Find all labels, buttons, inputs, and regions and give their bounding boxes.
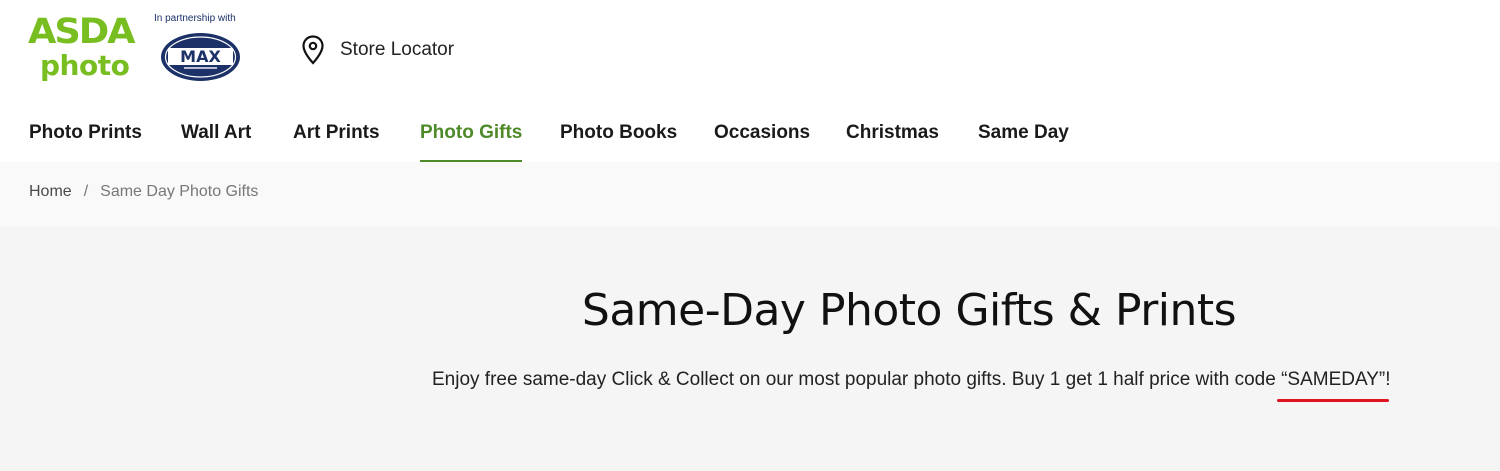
logo-brand-text: ASDA bbox=[28, 12, 136, 52]
breadcrumb-bar: Home / Same Day Photo Gifts bbox=[0, 162, 1500, 227]
hero-description-suffix: ! bbox=[1385, 369, 1391, 390]
hero-description: Enjoy free same-day Click & Collect on o… bbox=[432, 369, 1391, 402]
nav-item-photo-prints[interactable]: Photo Prints bbox=[29, 112, 142, 162]
max-logo-text: MAX bbox=[180, 47, 221, 66]
breadcrumb-separator: / bbox=[83, 183, 89, 200]
nav-item-christmas[interactable]: Christmas bbox=[846, 112, 939, 162]
partner-text: In partnership with bbox=[154, 13, 236, 24]
breadcrumb-current: Same Day Photo Gifts bbox=[100, 183, 259, 200]
hero-banner: Same-Day Photo Gifts & Prints Enjoy free… bbox=[0, 227, 1500, 471]
nav-item-art-prints[interactable]: Art Prints bbox=[293, 112, 380, 162]
max-partner-logo: MAX bbox=[160, 32, 241, 82]
promo-code: “SAMEDAY” bbox=[1277, 369, 1390, 402]
page-title: Same-Day Photo Gifts & Prints bbox=[581, 285, 1237, 336]
promo-code-underline-annotation bbox=[1277, 399, 1390, 402]
nav-item-photo-gifts[interactable]: Photo Gifts bbox=[420, 112, 523, 162]
main-nav: Photo Prints Wall Art Art Prints Photo G… bbox=[0, 112, 1500, 162]
asda-photo-logo[interactable]: ASDA photo bbox=[28, 14, 142, 84]
nav-item-photo-books[interactable]: Photo Books bbox=[560, 112, 677, 162]
site-header: ASDA photo In partnership with MAX Store… bbox=[0, 0, 1500, 162]
breadcrumb-home-link[interactable]: Home bbox=[29, 183, 72, 201]
store-locator-label: Store Locator bbox=[340, 39, 455, 60]
nav-item-wall-art[interactable]: Wall Art bbox=[181, 112, 251, 162]
hero-description-text: Enjoy free same-day Click & Collect on o… bbox=[432, 369, 1282, 390]
promo-code-text: “SAMEDAY” bbox=[1281, 369, 1386, 390]
nav-item-same-day[interactable]: Same Day bbox=[978, 112, 1069, 162]
breadcrumb: Home / Same Day Photo Gifts bbox=[29, 183, 258, 201]
nav-item-occasions[interactable]: Occasions bbox=[714, 112, 810, 162]
logo-sub-text: photo bbox=[40, 49, 130, 82]
store-locator-link[interactable]: Store Locator bbox=[300, 34, 454, 66]
map-pin-icon bbox=[300, 34, 326, 66]
